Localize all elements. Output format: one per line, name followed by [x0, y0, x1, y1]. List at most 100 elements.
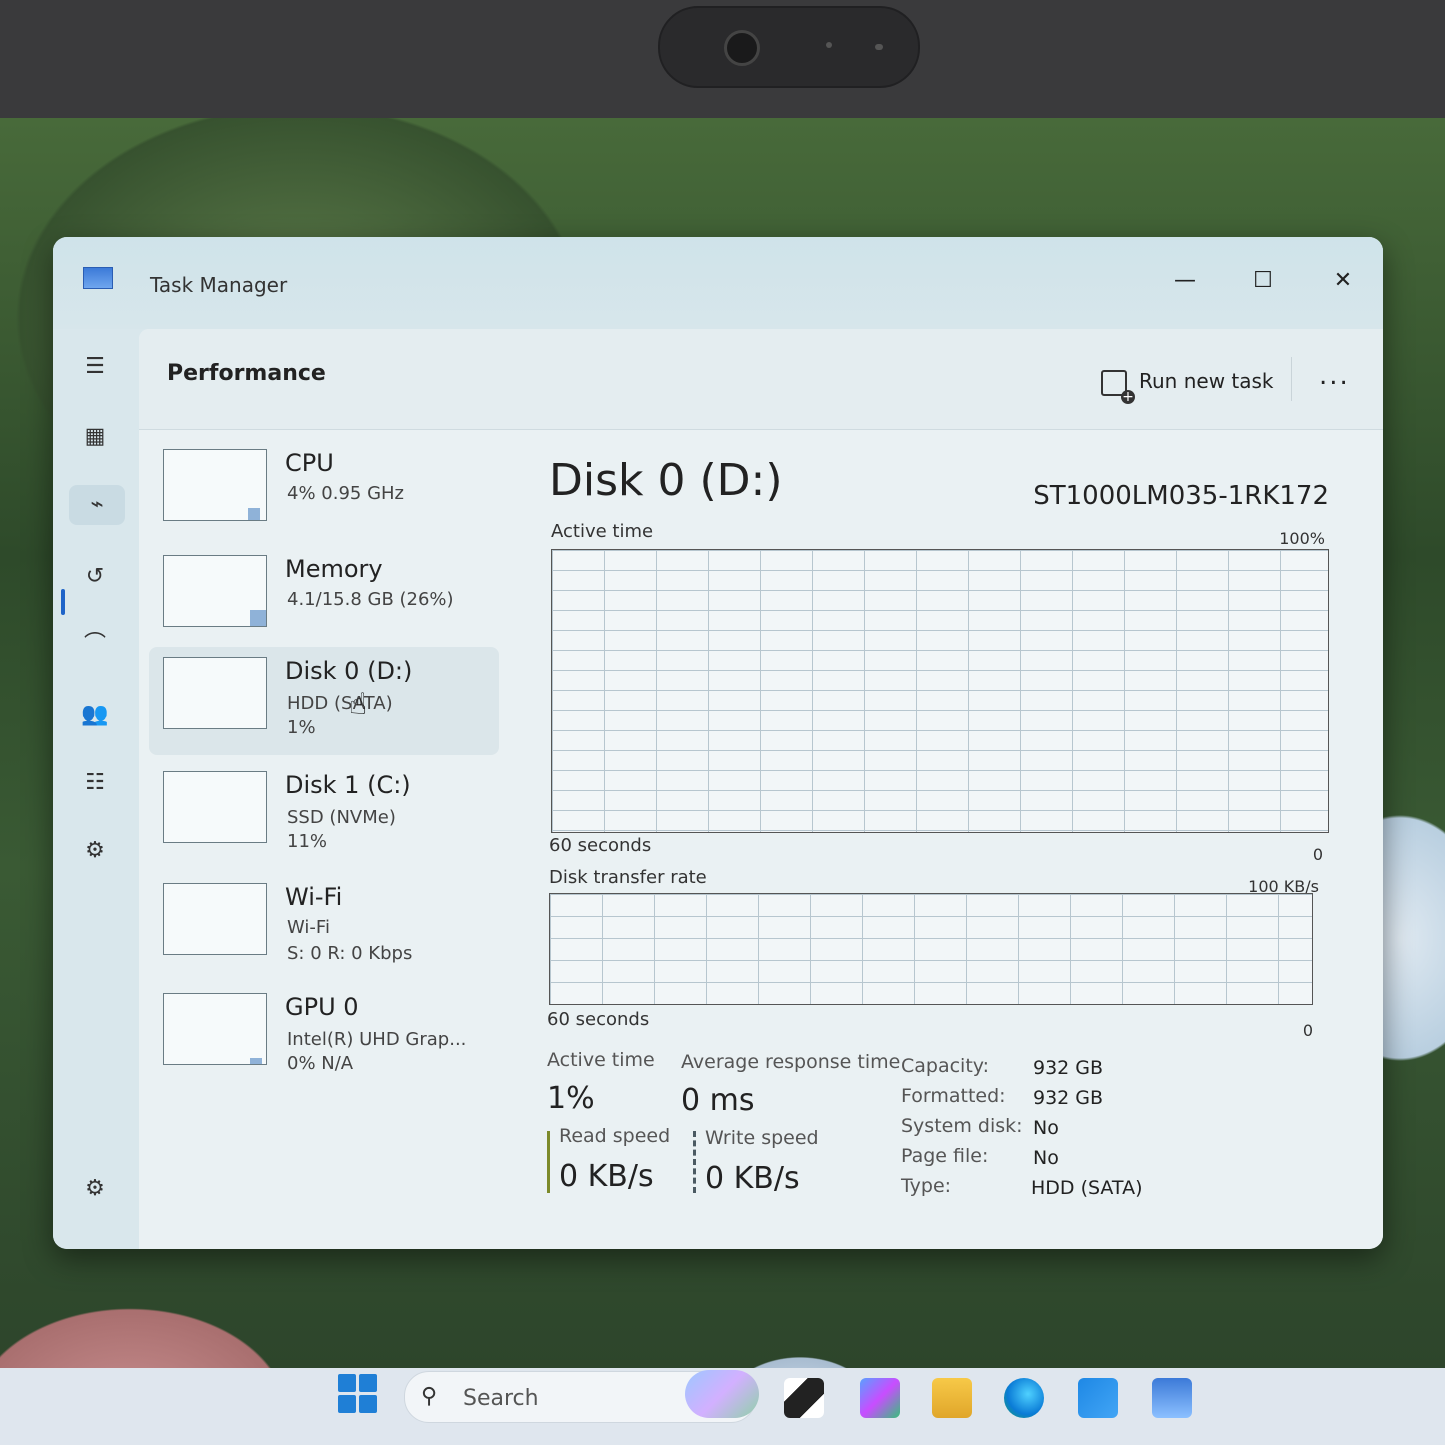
page-title: Performance	[167, 361, 326, 386]
write-speed-legend-line	[693, 1131, 696, 1193]
run-new-task-label: Run new task	[1139, 369, 1274, 393]
page-header: Performance Run new task ...	[139, 329, 1383, 430]
active-time-graph-label: Active time	[551, 521, 654, 542]
resource-item-cpu[interactable]: CPU 4% 0.95 GHz	[149, 439, 499, 547]
resource-usage: 0% N/A	[287, 1053, 354, 1074]
prop-value: 932 GB	[1033, 1057, 1104, 1079]
disk-detail-panel: Disk 0 (D:) ST1000LM035-1RK172 Active ti…	[525, 429, 1375, 1249]
resource-name: Disk 1 (C:)	[285, 771, 411, 799]
prop-value: 932 GB	[1033, 1087, 1104, 1109]
resource-detail: SSD (NVMe)	[287, 807, 396, 828]
prop-key: Type:	[901, 1175, 952, 1197]
active-time-stat-label: Active time	[547, 1049, 655, 1071]
taskbar: ⚲ Search	[0, 1368, 1445, 1445]
title-bar[interactable]: Task Manager — ☐ ✕	[53, 237, 1383, 329]
header-divider	[1291, 357, 1292, 401]
file-explorer-icon[interactable]	[932, 1378, 972, 1418]
disk1-mini-graph	[163, 771, 267, 843]
run-task-icon	[1101, 369, 1135, 404]
window-title: Task Manager	[150, 273, 288, 297]
edge-browser-icon[interactable]	[1004, 1378, 1044, 1418]
active-nav-indicator	[61, 589, 65, 615]
search-highlight-icon	[685, 1370, 759, 1418]
active-time-graph-max: 100%	[1279, 529, 1325, 548]
avg-response-value: 0 ms	[681, 1083, 755, 1118]
disk-model: ST1000LM035-1RK172	[1033, 481, 1329, 511]
app-history-icon[interactable]: ↺	[75, 557, 115, 597]
avg-response-label: Average response time	[681, 1051, 901, 1073]
resource-usage: 11%	[287, 831, 328, 852]
more-options-button[interactable]: ...	[1319, 361, 1350, 391]
resource-item-wifi[interactable]: Wi-Fi Wi-Fi S: 0 R: 0 Kbps	[149, 873, 499, 981]
write-speed-value: 0 KB/s	[705, 1161, 800, 1196]
active-time-stat-value: 1%	[547, 1081, 595, 1116]
memory-mini-graph	[163, 555, 267, 627]
performance-icon[interactable]: ⌁	[69, 485, 125, 525]
maximize-icon[interactable]: ☐	[1243, 263, 1283, 299]
minimize-icon[interactable]: —	[1165, 263, 1205, 299]
active-time-graph-min: 0	[1312, 845, 1323, 864]
prop-value: No	[1033, 1117, 1059, 1139]
laptop-bezel	[0, 0, 1445, 125]
resource-detail: Wi-Fi	[287, 917, 330, 938]
task-view-icon[interactable]	[784, 1378, 824, 1418]
resource-item-gpu-0[interactable]: GPU 0 Intel(R) UHD Grap... 0% N/A	[149, 983, 499, 1091]
nav-rail: ☰ ▦ ⌁ ↺ ⌒ 👥 ☷ ⚙ ⚙	[53, 329, 139, 1249]
resource-detail: Intel(R) UHD Grap...	[287, 1029, 467, 1050]
details-icon[interactable]: ☷	[75, 763, 115, 803]
active-time-graph-duration: 60 seconds	[549, 835, 652, 856]
resource-usage: 1%	[287, 717, 316, 738]
prop-key: Formatted:	[901, 1085, 1006, 1107]
transfer-rate-graph	[549, 893, 1313, 1005]
resource-detail: 4% 0.95 GHz	[287, 483, 405, 504]
transfer-rate-graph-min: 0	[1302, 1021, 1313, 1040]
transfer-rate-graph-label: Disk transfer rate	[549, 867, 707, 888]
transfer-rate-graph-duration: 60 seconds	[547, 1009, 650, 1030]
task-manager-window: Task Manager — ☐ ✕ ☰ ▦ ⌁ ↺ ⌒ 👥 ☷ ⚙ ⚙ Per…	[53, 237, 1383, 1249]
resource-name: GPU 0	[285, 993, 359, 1021]
resource-detail: 4.1/15.8 GB (26%)	[287, 589, 454, 610]
read-speed-legend-line	[547, 1131, 550, 1193]
hamburger-icon[interactable]: ☰	[75, 347, 115, 387]
read-speed-value: 0 KB/s	[559, 1159, 654, 1194]
write-speed-label: Write speed	[705, 1127, 819, 1149]
prop-key: Page file:	[901, 1145, 989, 1167]
resource-list: CPU 4% 0.95 GHz Memory 4.1/15.8 GB (26%)…	[139, 429, 509, 1249]
resource-name: CPU	[285, 449, 334, 477]
webcam-lens	[724, 30, 760, 66]
cpu-mini-graph	[163, 449, 267, 521]
resource-name: Memory	[285, 555, 383, 583]
run-new-task-button[interactable]: Run new task	[1101, 369, 1274, 404]
resource-item-disk-1[interactable]: Disk 1 (C:) SSD (NVMe) 11%	[149, 761, 499, 869]
disk0-mini-graph	[163, 657, 267, 729]
processes-icon[interactable]: ▦	[75, 417, 115, 457]
search-icon: ⚲	[421, 1384, 438, 1409]
read-speed-label: Read speed	[559, 1125, 671, 1147]
settings-icon[interactable]: ⚙	[75, 1169, 115, 1209]
task-manager-taskbar-icon[interactable]	[1152, 1378, 1192, 1418]
m365-icon[interactable]	[860, 1378, 900, 1418]
task-manager-app-icon	[83, 267, 113, 289]
close-icon[interactable]: ✕	[1323, 263, 1363, 299]
resource-name: Wi-Fi	[285, 883, 343, 911]
resource-detail: HDD (SATA)	[287, 693, 393, 714]
prop-value: No	[1033, 1147, 1059, 1169]
prop-key: Capacity:	[901, 1055, 990, 1077]
services-icon[interactable]: ⚙	[75, 831, 115, 871]
active-time-graph	[551, 549, 1329, 833]
prop-value: HDD (SATA)	[1031, 1177, 1143, 1199]
wifi-mini-graph	[163, 883, 267, 955]
resource-usage: S: 0 R: 0 Kbps	[287, 943, 413, 964]
resource-item-memory[interactable]: Memory 4.1/15.8 GB (26%)	[149, 545, 499, 653]
microsoft-store-icon[interactable]	[1078, 1378, 1118, 1418]
webcam-cover	[658, 6, 920, 88]
resource-item-disk-0[interactable]: Disk 0 (D:) HDD (SATA) 1% ☝	[149, 647, 499, 755]
prop-key: System disk:	[901, 1115, 1023, 1137]
startup-apps-icon[interactable]: ⌒	[75, 625, 115, 665]
taskbar-search[interactable]: ⚲ Search	[404, 1370, 759, 1423]
users-icon[interactable]: 👥	[75, 695, 115, 735]
hand-cursor-icon: ☝	[349, 687, 368, 722]
resource-name: Disk 0 (D:)	[285, 657, 413, 685]
windows-start-icon[interactable]	[338, 1374, 378, 1414]
search-placeholder: Search	[463, 1386, 539, 1411]
